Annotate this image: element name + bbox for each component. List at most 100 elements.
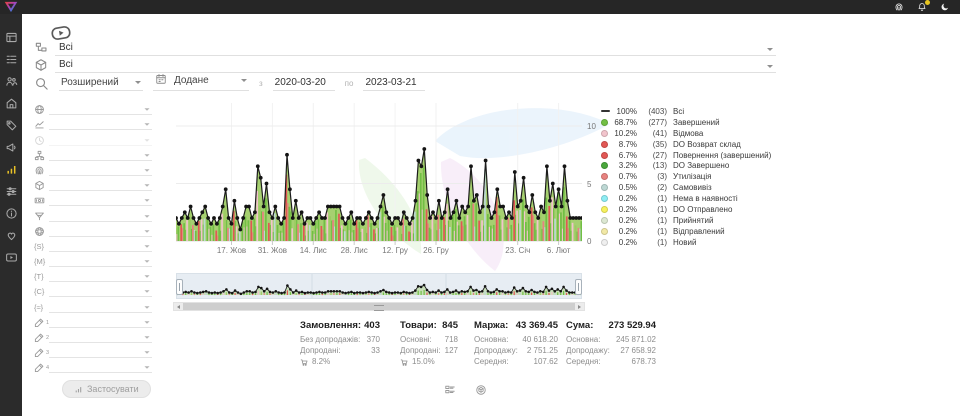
legend-item[interactable]: 8.7%(35)DO Возврат склад — [601, 139, 771, 150]
payment-filter-input[interactable] — [49, 193, 152, 206]
scroll-right-arrow[interactable] — [575, 303, 584, 310]
legend-percent: 0.2% — [611, 194, 637, 203]
date-from-input[interactable]: 2020-03-20 — [273, 77, 335, 91]
t-param-filter-icon: {T} — [34, 272, 49, 282]
chevron-down-icon — [241, 79, 247, 82]
country-filter-input[interactable] — [49, 102, 152, 115]
date-field-select[interactable]: Додане — [153, 73, 249, 91]
chart-range-navigator[interactable] — [176, 273, 582, 299]
web-filter-input[interactable] — [49, 224, 152, 237]
stat-title: Сума:273 529.94 — [566, 320, 656, 331]
rail-item-video-guides-icon[interactable] — [0, 246, 22, 268]
cart-icon — [300, 358, 309, 367]
legend-dot-swatch — [601, 141, 608, 148]
c-param-filter-input[interactable] — [49, 284, 152, 297]
legend-item[interactable]: 0.2%(1)Новий — [601, 237, 771, 248]
legend-percent: 100% — [611, 107, 637, 116]
filter-row-t-param-filter: {T} — [34, 267, 152, 282]
time-filter-input[interactable] — [49, 133, 152, 146]
video-help-toggle-icon[interactable] — [50, 22, 74, 39]
legend-item[interactable]: 0.2%(1)DO Отправлено — [601, 204, 771, 215]
legend-item[interactable]: 6.7%(27)Повернення (завершений) — [601, 150, 771, 161]
rail-item-info-icon[interactable] — [0, 202, 22, 224]
s-param-filter-icon: {S} — [34, 242, 49, 252]
legend-item[interactable]: 0.7%(3)Утилізація — [601, 171, 771, 182]
structure-filter-input[interactable] — [49, 148, 152, 161]
theme-moon-icon[interactable] — [939, 2, 950, 13]
rail-item-loyalty-icon[interactable] — [0, 224, 22, 246]
t-param-filter-input[interactable] — [49, 269, 152, 282]
legend-item[interactable]: 0.2%(1)Нема в наявності — [601, 193, 771, 204]
rail-item-dashboard-icon[interactable] — [0, 26, 22, 48]
date-to-input[interactable]: 2023-03-21 — [363, 77, 425, 91]
legend-percent: 6.7% — [611, 151, 637, 160]
stat-column: Товари:845Основні:718Допродані:12715.0% — [400, 320, 458, 368]
legend-dot-swatch — [601, 173, 608, 180]
x-axis-tick-label: 28. Лис — [341, 246, 368, 255]
filter-row-time-filter — [34, 130, 152, 145]
analytics-filter-input[interactable] — [49, 117, 152, 130]
s-param-filter-input[interactable] — [49, 239, 152, 252]
products-filter-input[interactable]: Всі — [55, 59, 776, 73]
approx-param-filter-input[interactable] — [49, 300, 152, 313]
legend-item[interactable]: 3.2%(13)DO Завершено — [601, 160, 771, 171]
list-view-icon[interactable] — [444, 384, 456, 396]
legend-label: Нема в наявності — [670, 194, 738, 203]
product-filter-input[interactable] — [49, 178, 152, 191]
stat-row: Допродані:33 — [300, 345, 380, 356]
legend-dot-swatch — [601, 217, 608, 224]
apply-button[interactable]: Застосувати — [62, 380, 151, 398]
rail-item-announcements-icon[interactable] — [0, 136, 22, 158]
search-icon[interactable] — [34, 76, 49, 91]
custom-field-2-filter-input[interactable] — [49, 330, 152, 343]
custom-field-1-filter-input[interactable] — [49, 315, 152, 328]
fingerprint-icon[interactable] — [893, 2, 904, 13]
chevron-down-icon — [135, 81, 141, 84]
filter-row-s-param-filter: {S} — [34, 237, 152, 252]
custom-field-4-filter-input[interactable] — [49, 360, 152, 373]
custom-field-3-filter-input[interactable] — [49, 345, 152, 358]
rail-item-price-tags-icon[interactable] — [0, 114, 22, 136]
chevron-down-icon — [144, 215, 149, 218]
filter-row-custom-field-2-filter: 2 — [34, 328, 152, 343]
rail-item-orders-list-icon[interactable] — [0, 48, 22, 70]
m-param-filter-input[interactable] — [49, 254, 152, 267]
scrollbar-thumb[interactable] — [183, 303, 575, 310]
legend-item[interactable]: 0.2%(1)Відправлений — [601, 226, 771, 237]
chevron-down-icon — [144, 108, 149, 111]
scroll-left-arrow[interactable] — [174, 303, 183, 310]
search-mode-select[interactable]: Розширений — [59, 77, 143, 91]
rail-item-settings-sliders-icon[interactable] — [0, 180, 22, 202]
legend-percent: 8.7% — [611, 140, 637, 149]
cart-icon — [400, 358, 409, 367]
identity-filter-input[interactable] — [49, 163, 152, 176]
app-logo[interactable] — [3, 1, 19, 13]
categories-filter-input[interactable]: Всі — [55, 42, 776, 56]
legend-item[interactable]: 10.2%(41)Відмова — [601, 128, 771, 139]
rail-item-store-icon[interactable] — [0, 92, 22, 114]
rail-item-statistics-icon[interactable] — [0, 158, 22, 180]
navigator-left-handle[interactable] — [176, 279, 183, 295]
chevron-down-icon — [144, 200, 149, 203]
funnel-filter-input[interactable] — [49, 209, 152, 222]
stat-row: Основна:245 871.02 — [566, 334, 656, 345]
box-view-icon[interactable] — [475, 384, 487, 396]
legend-item[interactable]: 0.5%(2)Самовивіз — [601, 182, 771, 193]
legend-item[interactable]: 100%(403)Всі — [601, 106, 771, 117]
rail-item-customers-icon[interactable] — [0, 70, 22, 92]
legend-percent: 0.7% — [611, 172, 637, 181]
legend-item[interactable]: 68.7%(277)Завершений — [601, 117, 771, 128]
products-filter-value: Всі — [59, 59, 73, 70]
stat-row: Середня:107.62 — [474, 356, 558, 367]
orders-chart[interactable] — [176, 103, 582, 246]
legend-item[interactable]: 0.2%(1)Прийнятий — [601, 215, 771, 226]
legend-count: (1) — [640, 238, 667, 247]
filter-row-funnel-filter — [34, 206, 152, 221]
chart-scrollbar[interactable] — [173, 302, 585, 311]
legend-dot-swatch — [601, 162, 608, 169]
notifications-bell-icon[interactable] — [916, 2, 927, 13]
legend-percent: 10.2% — [611, 129, 637, 138]
legend-percent: 0.5% — [611, 183, 637, 192]
navigator-right-handle[interactable] — [575, 279, 582, 295]
legend-percent: 0.2% — [611, 205, 637, 214]
